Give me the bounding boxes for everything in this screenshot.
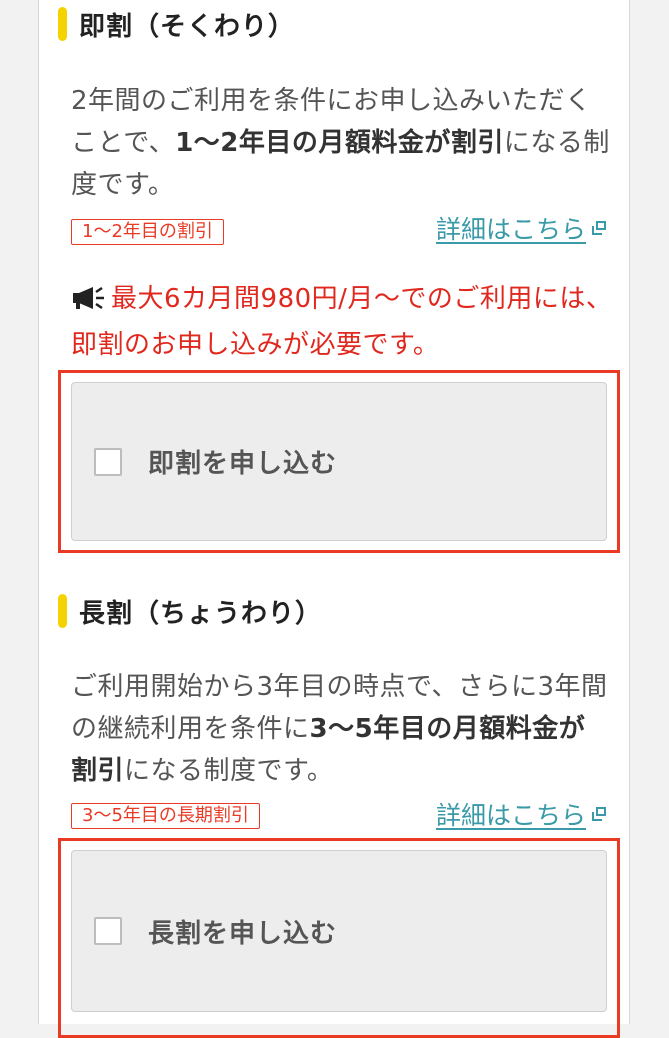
section-description: ご利用開始から3年目の時点で、さらに3年間の継続利用を条件に3〜5年目の月額料金… — [71, 672, 608, 786]
checkbox-icon[interactable] — [94, 917, 122, 945]
discount-tag: 3〜5年目の長期割引 — [71, 803, 260, 829]
section-title-sokuwari: 即割（そくわり） — [58, 4, 295, 44]
apply-sokuwari-button[interactable]: 即割を申し込む — [71, 382, 607, 541]
detail-link[interactable]: 詳細はこちら — [436, 796, 606, 832]
section-heading: 即割（そくわり） — [79, 11, 296, 42]
discount-tag: 1〜2年目の割引 — [71, 219, 224, 245]
checkbox-icon[interactable] — [94, 447, 122, 476]
external-link-icon — [592, 807, 606, 821]
title-accent-bar — [58, 7, 67, 41]
campaign-notice: 最大6カ月間980円/月〜でのご利用には、即割のお申し込みが必要です。 — [71, 282, 613, 360]
external-link-icon — [592, 221, 606, 235]
apply-label: 長割を申し込む — [148, 918, 338, 949]
section-chouwari: 長割（ちょうわり） ご利用開始から3年目の時点で、さらに3年間の継続利用を条件に… — [38, 560, 620, 1038]
title-accent-bar — [58, 594, 67, 628]
section-description: 2年間のご利用を条件にお申し込みいただくことで、1〜2年目の月額料金が割引になる… — [71, 86, 610, 200]
megaphone-icon — [71, 282, 107, 324]
section-heading: 長割（ちょうわり） — [79, 598, 323, 629]
apply-chouwari-highlight: 長割を申し込む — [58, 838, 620, 1038]
apply-label: 即割を申し込む — [148, 449, 338, 479]
apply-chouwari-button[interactable]: 長割を申し込む — [71, 850, 607, 1012]
detail-link[interactable]: 詳細はこちら — [436, 210, 606, 246]
section-title-chouwari: 長割（ちょうわり） — [58, 591, 322, 631]
apply-sokuwari-highlight: 即割を申し込む — [58, 370, 620, 553]
section-sokuwari: 即割（そくわり） 2年間のご利用を条件にお申し込みいただくことで、1〜2年目の月… — [38, 0, 620, 560]
